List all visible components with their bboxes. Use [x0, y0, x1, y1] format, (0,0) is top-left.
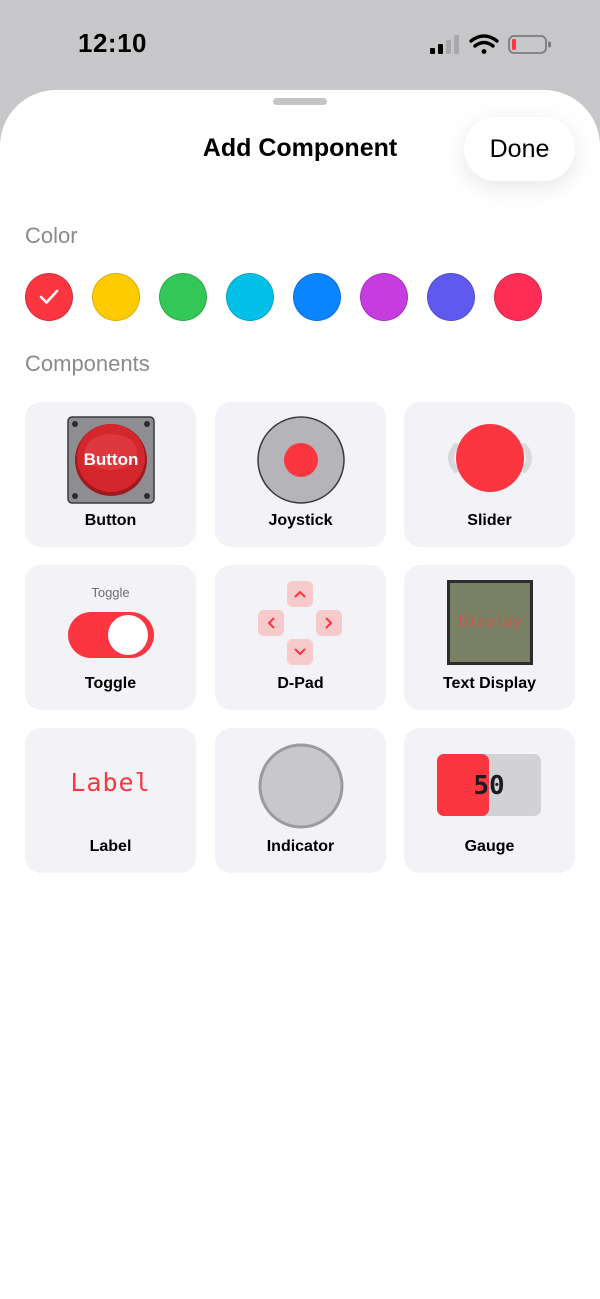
component-tile-text-display[interactable]: Display Text Display — [404, 565, 575, 710]
display-preview-text: Display — [458, 614, 521, 631]
color-swatch-purple[interactable] — [360, 273, 408, 321]
sheet-grabber[interactable] — [273, 98, 327, 105]
color-swatch-indigo[interactable] — [427, 273, 475, 321]
color-swatch-pink[interactable] — [494, 273, 542, 321]
button-preview-text: Button — [84, 450, 139, 469]
toggle-preview-text: Toggle — [91, 585, 130, 600]
component-tile-slider[interactable]: Slider — [404, 402, 575, 547]
component-tile-joystick[interactable]: Joystick — [215, 402, 386, 547]
status-bar: 12:10 — [0, 0, 600, 90]
component-label-slider: Slider — [467, 512, 512, 529]
status-time: 12:10 — [78, 28, 147, 58]
component-tile-toggle[interactable]: Toggle Toggle — [25, 565, 196, 710]
component-label-toggle: Toggle — [84, 675, 137, 692]
arcade-button-icon: Button — [67, 416, 155, 504]
color-swatch-row — [25, 273, 555, 323]
done-button[interactable]: Done — [464, 117, 575, 181]
chevron-left-icon — [258, 610, 284, 636]
component-label-gauge: Gauge — [464, 838, 515, 855]
lcd-display-icon: Display — [447, 580, 533, 665]
indicator-light-icon — [258, 743, 344, 829]
chevron-up-icon — [287, 581, 313, 607]
toggle-switch-icon — [68, 612, 154, 658]
component-label-text-display: Text Display — [442, 675, 537, 692]
chevron-right-icon — [316, 610, 342, 636]
component-tile-indicator[interactable]: Indicator — [215, 728, 386, 873]
wifi-icon — [469, 34, 499, 54]
component-tile-button[interactable]: Button Button — [25, 402, 196, 547]
gauge-icon: 50 — [437, 754, 541, 816]
cellular-signal-icon — [430, 35, 459, 54]
component-label-label: Label — [89, 838, 132, 855]
slider-knob-icon — [448, 424, 532, 492]
status-icons — [428, 32, 553, 63]
component-label-indicator: Indicator — [266, 838, 335, 855]
add-component-sheet: Add Component Done Color Components Butt… — [0, 90, 600, 1299]
color-swatch-yellow[interactable] — [92, 273, 140, 321]
chevron-down-icon — [287, 639, 313, 665]
component-tile-dpad[interactable]: D-Pad — [215, 565, 386, 710]
color-swatch-blue[interactable] — [293, 273, 341, 321]
gauge-value-text: 50 — [473, 771, 504, 801]
component-label-dpad: D-Pad — [277, 675, 324, 692]
dpad-icon — [257, 581, 344, 665]
color-section-label: Color — [25, 223, 78, 248]
color-swatch-red[interactable] — [25, 273, 73, 321]
battery-low-icon — [508, 35, 551, 54]
color-swatch-green[interactable] — [159, 273, 207, 321]
component-label-joystick: Joystick — [268, 512, 333, 529]
component-label-button: Button — [84, 512, 137, 529]
component-tile-gauge[interactable]: 50 Gauge — [404, 728, 575, 873]
color-swatch-cyan[interactable] — [226, 273, 274, 321]
components-section-label: Components — [25, 351, 150, 376]
component-tile-label[interactable]: Label Label — [25, 728, 196, 873]
checkmark-icon — [39, 289, 59, 304]
joystick-icon — [257, 416, 345, 504]
dot-matrix-label-icon: Label — [70, 768, 151, 797]
